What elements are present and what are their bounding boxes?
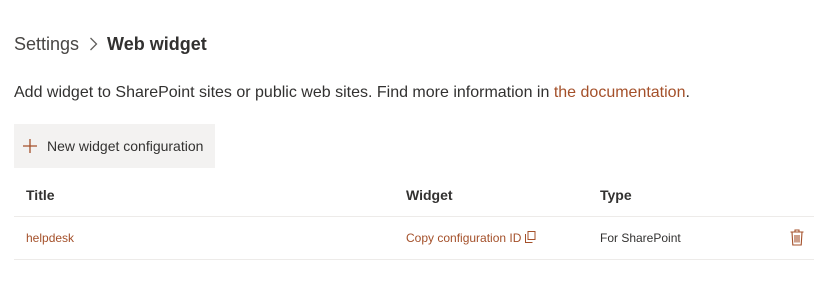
row-type: For SharePoint (600, 231, 681, 245)
table-row: helpdesk Copy configuration ID For Share… (14, 217, 814, 260)
page-title: Web widget (107, 33, 207, 54)
chevron-right-icon (89, 37, 98, 51)
table-header: Title Widget Type (14, 176, 814, 217)
new-widget-configuration-label: New widget configuration (47, 138, 204, 154)
description-suffix: . (685, 84, 690, 101)
row-title-link[interactable]: helpdesk (26, 231, 74, 245)
page-description: Add widget to SharePoint sites or public… (14, 84, 690, 102)
column-header-type[interactable]: Type (600, 187, 632, 203)
new-widget-configuration-button[interactable]: New widget configuration (14, 124, 215, 168)
plus-icon (22, 138, 38, 154)
widget-configurations-table: Title Widget Type helpdesk Copy configur… (14, 176, 814, 260)
copy-configuration-id-label: Copy configuration ID (406, 231, 522, 245)
trash-icon[interactable] (790, 229, 806, 247)
copy-configuration-id-link[interactable]: Copy configuration ID (406, 230, 536, 245)
column-header-widget[interactable]: Widget (406, 187, 453, 203)
copy-icon (525, 230, 536, 243)
breadcrumb: Settings Web widget (14, 31, 207, 57)
description-text: Add widget to SharePoint sites or public… (14, 84, 554, 101)
documentation-link[interactable]: the documentation (554, 84, 686, 101)
column-header-title[interactable]: Title (26, 187, 55, 203)
breadcrumb-settings-link[interactable]: Settings (14, 34, 79, 55)
